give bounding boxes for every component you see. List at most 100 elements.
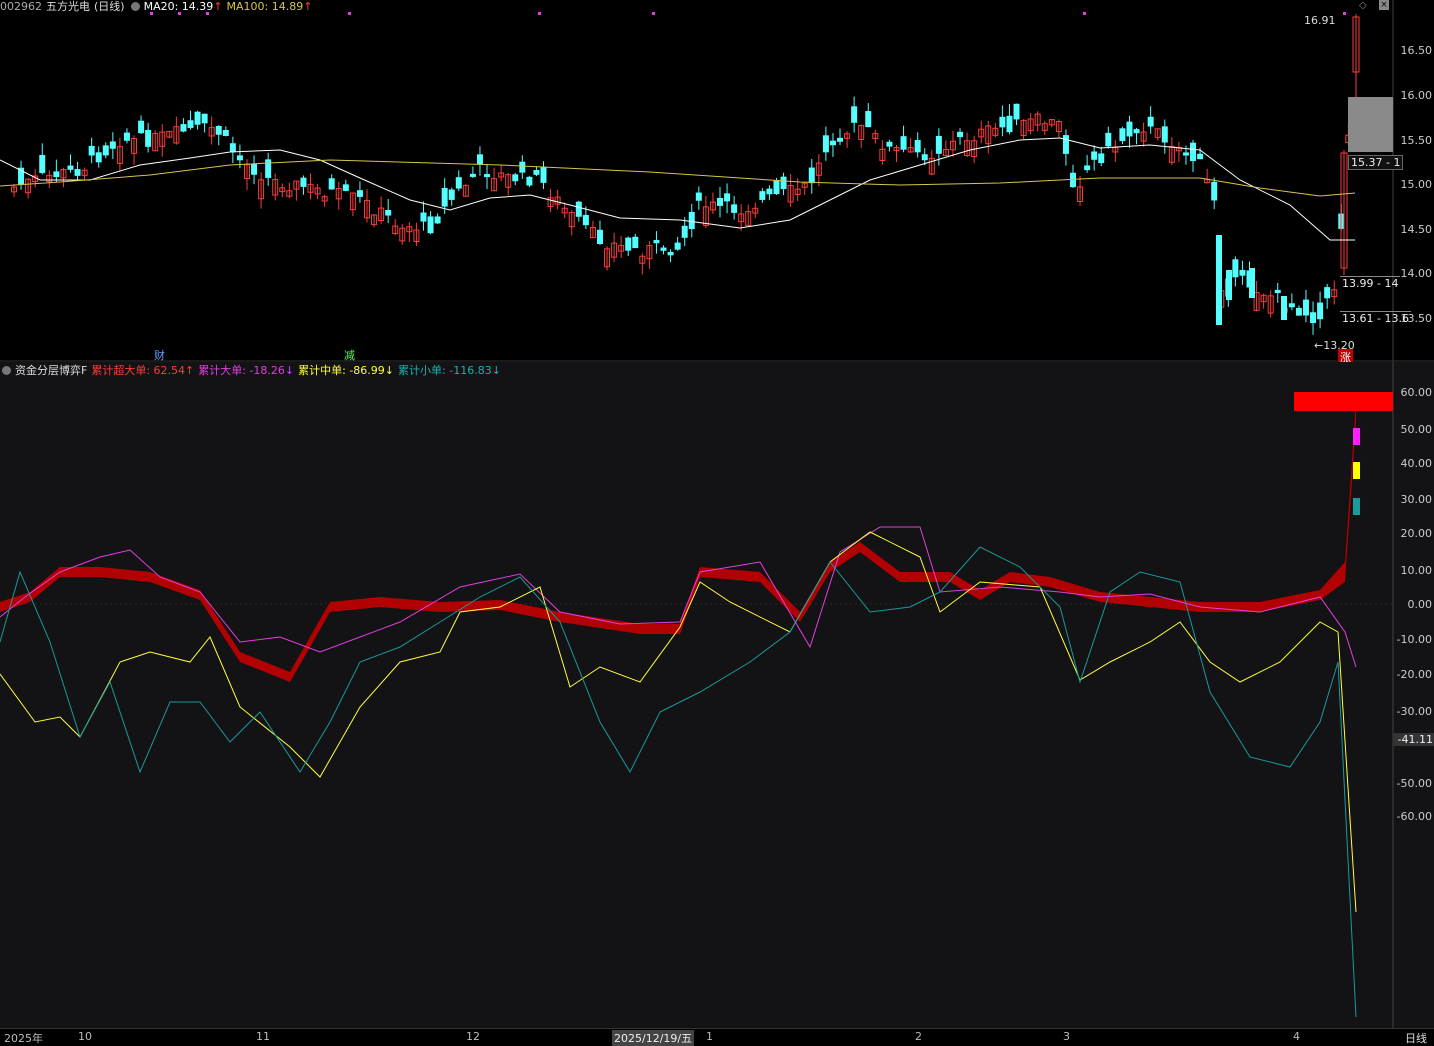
indicator-name[interactable]: 资金分层博弈F <box>15 364 87 377</box>
candle-body-down <box>773 180 780 195</box>
candle-body-down <box>484 174 491 178</box>
mid-order-line <box>0 531 1357 913</box>
candle-body-down <box>1006 115 1013 133</box>
candle-body-down <box>999 116 1006 128</box>
candle-body-down <box>1288 303 1295 308</box>
close-icon[interactable]: × <box>1379 0 1389 10</box>
stock-code: 002962 <box>0 0 42 13</box>
candle-body-down <box>526 176 533 186</box>
signal-dot <box>538 12 541 15</box>
candle-body-down <box>780 176 787 190</box>
signal-dot <box>348 12 351 15</box>
price-tick: 16.50 <box>1400 44 1433 57</box>
candle-body-down <box>1310 312 1317 323</box>
candle-body-down <box>455 177 462 189</box>
candle-body-down <box>1013 103 1020 120</box>
candle-body-down <box>695 192 702 201</box>
candle-body-down <box>448 189 455 200</box>
indicator-tick: 40.00 <box>1400 457 1433 470</box>
event-mark-jian[interactable]: 减 <box>342 347 357 363</box>
candle-body-down <box>921 154 928 161</box>
candle-body-down <box>476 154 483 165</box>
settings-circle-icon[interactable] <box>130 2 140 11</box>
period-switch[interactable]: 日线 <box>1405 1030 1427 1046</box>
candle-body-down <box>1232 259 1239 278</box>
candle-body-down <box>688 211 695 230</box>
indicator-tick: -60.00 <box>1396 810 1432 823</box>
price-tick: 14.50 <box>1400 223 1433 236</box>
event-mark-cai[interactable]: 财 <box>152 347 167 363</box>
indicator-tick: 20.00 <box>1400 527 1433 540</box>
indicator-tick: -20.00 <box>1396 668 1432 681</box>
time-axis[interactable]: 2025年 10 11 12 2025/12/19/五 1 2 3 4 日线 <box>0 1028 1434 1046</box>
signal-dot <box>652 12 655 15</box>
candle-body-down <box>1084 165 1091 171</box>
price-range-box <box>1348 97 1393 152</box>
time-label: 3 <box>1063 1030 1070 1043</box>
candle-body-down <box>1133 129 1140 134</box>
price-panel[interactable]: 002962 五方光电 (日线) MA20: 14.39↑ MA100: 14.89↑ … <box>0 0 1434 365</box>
price-tick: 14.00 <box>1400 267 1433 280</box>
candle-body-down <box>39 154 46 174</box>
price-box-tag: 13.99 - 14 <box>1340 276 1401 290</box>
collapse-circle-icon[interactable] <box>2 366 11 375</box>
candle-body-down <box>469 173 476 177</box>
period-label: (日线) <box>94 0 125 13</box>
candle-body-down <box>236 155 243 161</box>
candle-body-down <box>138 120 145 134</box>
indicator-tick: -30.00 <box>1396 705 1432 718</box>
candle-body-down <box>441 187 448 207</box>
candle-body-down <box>582 214 589 226</box>
ma20-label: MA20: 14.39 <box>143 0 214 13</box>
indicator-tick: 60.00 <box>1400 386 1433 399</box>
candle-body-down <box>575 201 582 217</box>
candle-body-down <box>837 137 844 142</box>
stock-name[interactable]: 五方光电 <box>46 0 90 13</box>
indicator-panel[interactable]: 资金分层博弈F 累计超大单: 62.54↑ 累计大单: -18.26↓ 累计中单: -… <box>0 362 1434 1028</box>
candle-body-down <box>731 204 738 213</box>
candle-body-down <box>328 178 335 190</box>
candle-body-down <box>1211 181 1218 201</box>
price-box-tag: 15.37 - 1 <box>1348 155 1404 170</box>
candle-body-down <box>625 237 632 251</box>
mid-value-marker <box>1353 462 1360 479</box>
super-label: 累计超大单: 62.54↑ <box>91 364 195 377</box>
candle-body-down <box>385 210 392 216</box>
candle-body-down <box>1182 152 1189 156</box>
indicator-chart[interactable] <box>0 362 1434 1028</box>
time-label: 2 <box>915 1030 922 1043</box>
candle-body-down <box>1105 132 1112 147</box>
candle-body-down <box>109 141 116 149</box>
candle-body-down <box>1062 135 1069 154</box>
candle-body-down <box>201 113 208 124</box>
candle-body-down <box>1324 287 1331 299</box>
candle-body-down <box>540 166 547 183</box>
price-tick: 15.00 <box>1400 178 1433 191</box>
time-label: 10 <box>78 1030 92 1043</box>
candle-body-down <box>434 216 441 224</box>
candle-body-down <box>1239 269 1246 276</box>
candle-body-down <box>533 170 540 175</box>
candle-body-down <box>180 124 187 132</box>
indicator-header: 资金分层博弈F 累计超大单: 62.54↑ 累计大单: -18.26↓ 累计中单: -… <box>0 364 505 378</box>
indicator-tick: 10.00 <box>1400 564 1433 577</box>
candle-body-down <box>1190 142 1197 162</box>
small-order-line <box>0 546 1357 1018</box>
candle-body-down <box>53 171 60 178</box>
candle-body-down <box>194 111 201 125</box>
candle-body-down <box>674 242 681 250</box>
candle-body-down <box>1098 153 1105 164</box>
candle-body-down <box>717 197 723 206</box>
candle-body-down <box>187 120 194 128</box>
candlestick-chart[interactable] <box>0 0 1434 362</box>
candle-body-down <box>667 251 674 256</box>
diamond-icon[interactable]: ◇ <box>1359 0 1367 11</box>
super-value-marker <box>1294 392 1393 411</box>
candle-body-down <box>222 130 229 136</box>
indicator-tick: 0.00 <box>1407 598 1433 611</box>
small-value-marker <box>1353 498 1360 515</box>
crosshair-date-label: 2025/12/19/五 <box>612 1030 695 1046</box>
big-label: 累计大单: -18.26↓ <box>198 364 295 377</box>
candle-body-down <box>935 135 942 154</box>
candle-body-down <box>1126 121 1133 137</box>
